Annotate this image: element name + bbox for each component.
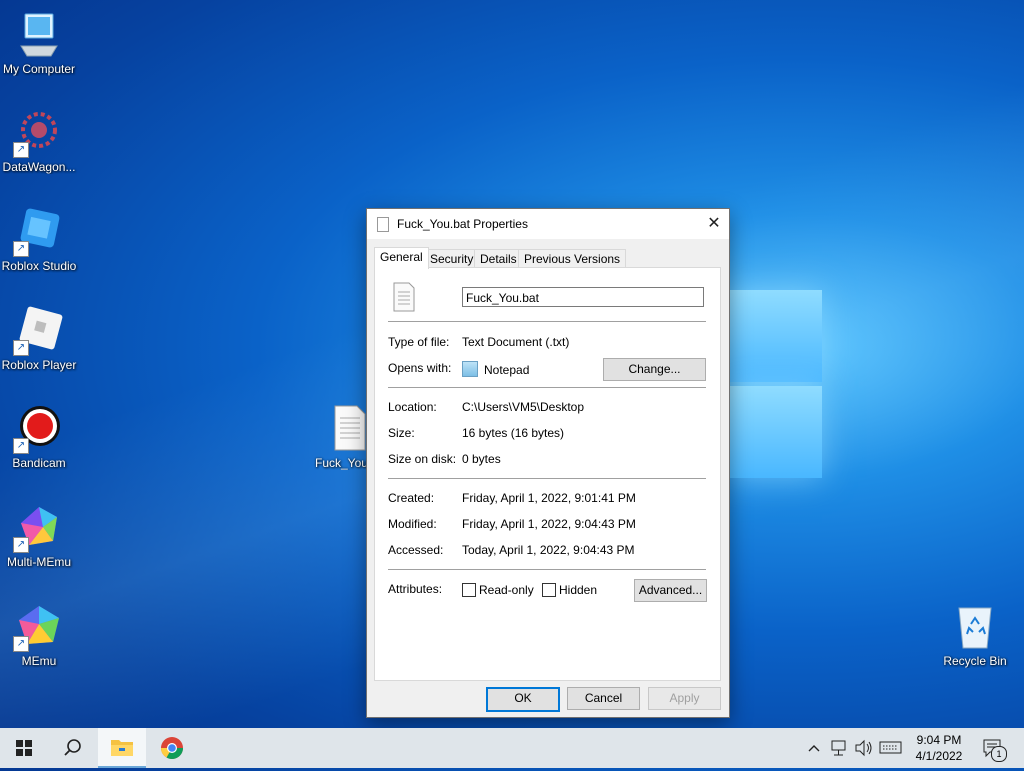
windows-start-icon: [16, 740, 32, 756]
desktop-icon-multi-memu[interactable]: ↗ Multi-MEmu: [0, 503, 79, 569]
tab-general[interactable]: General: [374, 247, 429, 269]
location-value: C:\Users\VM5\Desktop: [462, 400, 585, 414]
accessed-value: Today, April 1, 2022, 9:04:43 PM: [462, 543, 635, 557]
desktop-icon-roblox-player[interactable]: ↗ Roblox Player: [0, 306, 79, 372]
tab-details[interactable]: Details: [474, 249, 523, 268]
chevron-up-icon: [808, 745, 820, 752]
divider: [388, 478, 706, 479]
desktop-icon-my-computer[interactable]: My Computer: [0, 10, 79, 76]
action-center-button[interactable]: 1: [980, 728, 1010, 768]
network-button[interactable]: [830, 728, 848, 768]
divider: [388, 321, 706, 322]
show-hidden-icons-button[interactable]: [806, 728, 822, 768]
folder-icon: [111, 740, 133, 756]
shortcut-arrow-icon: ↗: [13, 537, 29, 553]
document-icon: [377, 217, 389, 232]
text-file-icon: [331, 404, 367, 452]
hidden-label[interactable]: Hidden: [559, 583, 597, 597]
properties-dialog: Fuck_You.bat Properties ✕ General Securi…: [366, 208, 730, 718]
change-button[interactable]: Change...: [603, 358, 706, 381]
divider: [388, 387, 706, 388]
search-icon: [64, 739, 81, 756]
memu-icon: ↗: [13, 602, 63, 652]
desktop-icon-datawagon[interactable]: ↗ DataWagon...: [0, 108, 79, 174]
cancel-button[interactable]: Cancel: [567, 687, 640, 710]
computer-icon: [15, 10, 63, 58]
created-label: Created:: [388, 491, 435, 505]
tab-previous-versions[interactable]: Previous Versions: [518, 249, 627, 268]
desktop-icon-bandicam[interactable]: ↗ Bandicam: [0, 404, 79, 470]
opens-with-label: Opens with:: [388, 361, 452, 375]
notepad-icon: [462, 361, 478, 377]
network-icon: [831, 740, 846, 756]
taskbar-file-explorer[interactable]: [98, 728, 146, 768]
ok-button[interactable]: OK: [486, 687, 560, 712]
filename-input[interactable]: Fuck_You.bat: [462, 287, 704, 307]
taskbar-chrome[interactable]: [148, 728, 196, 768]
roblox-player-icon: ↗: [13, 306, 63, 356]
clock-time: 9:04 PM: [916, 733, 962, 747]
advanced-button[interactable]: Advanced...: [634, 579, 707, 602]
desktop-icon-roblox-studio[interactable]: ↗ Roblox Studio: [0, 207, 79, 273]
clock-button[interactable]: 9:04 PM 4/1/2022: [908, 728, 970, 768]
dialog-titlebar[interactable]: Fuck_You.bat Properties ✕: [367, 209, 729, 239]
modified-value: Friday, April 1, 2022, 9:04:43 PM: [462, 517, 636, 531]
location-label: Location:: [388, 400, 437, 414]
opens-with-value: Notepad: [462, 361, 529, 377]
datawagon-icon: ↗: [13, 108, 63, 158]
shortcut-arrow-icon: ↗: [13, 636, 29, 652]
type-label: Type of file:: [388, 335, 450, 349]
apply-button[interactable]: Apply: [648, 687, 721, 710]
shortcut-arrow-icon: ↗: [13, 241, 29, 257]
recycle-bin-icon: [951, 602, 999, 650]
modified-label: Modified:: [388, 517, 437, 531]
desktop-icon-memu[interactable]: ↗ MEmu: [0, 602, 79, 668]
type-value: Text Document (.txt): [462, 335, 570, 349]
dialog-title: Fuck_You.bat Properties: [397, 217, 528, 231]
hidden-checkbox[interactable]: [542, 583, 556, 597]
multi-memu-icon: ↗: [13, 503, 63, 553]
readonly-checkbox[interactable]: [462, 583, 476, 597]
size-label: Size:: [388, 426, 415, 440]
shortcut-arrow-icon: ↗: [13, 438, 29, 454]
shortcut-arrow-icon: ↗: [13, 340, 29, 356]
tab-security[interactable]: Security: [424, 249, 480, 268]
attributes-label: Attributes:: [388, 582, 443, 596]
size-on-disk-label: Size on disk:: [388, 452, 457, 466]
notification-badge: 1: [991, 746, 1007, 762]
keyboard-button[interactable]: [879, 728, 903, 768]
volume-button[interactable]: [854, 728, 874, 768]
keyboard-icon: [879, 741, 902, 754]
size-on-disk-value: 0 bytes: [462, 452, 501, 466]
file-type-icon: [392, 282, 416, 315]
search-button[interactable]: [48, 728, 96, 768]
size-value: 16 bytes (16 bytes): [462, 426, 565, 440]
taskbar: 9:04 PM 4/1/2022 1: [0, 728, 1024, 768]
opens-with-app: Notepad: [484, 363, 530, 377]
clock-date: 4/1/2022: [915, 749, 963, 763]
readonly-label[interactable]: Read-only: [479, 583, 534, 597]
accessed-label: Accessed:: [388, 543, 444, 557]
chrome-icon: [161, 737, 183, 759]
bandicam-icon: ↗: [13, 404, 63, 454]
created-value: Friday, April 1, 2022, 9:01:41 PM: [462, 491, 636, 505]
shortcut-arrow-icon: ↗: [13, 142, 29, 158]
roblox-studio-icon: ↗: [13, 207, 63, 257]
general-panel: Fuck_You.bat Type of file: Text Document…: [374, 267, 721, 681]
desktop-icon-file[interactable]: Fuck_You: [311, 404, 371, 470]
speaker-icon: [855, 739, 872, 757]
desktop-icon-recycle-bin[interactable]: Recycle Bin: [935, 602, 1015, 668]
close-button[interactable]: ✕: [699, 209, 729, 239]
windows-logo-wallpaper: [728, 290, 824, 480]
start-button[interactable]: [0, 728, 48, 768]
divider: [388, 569, 706, 570]
